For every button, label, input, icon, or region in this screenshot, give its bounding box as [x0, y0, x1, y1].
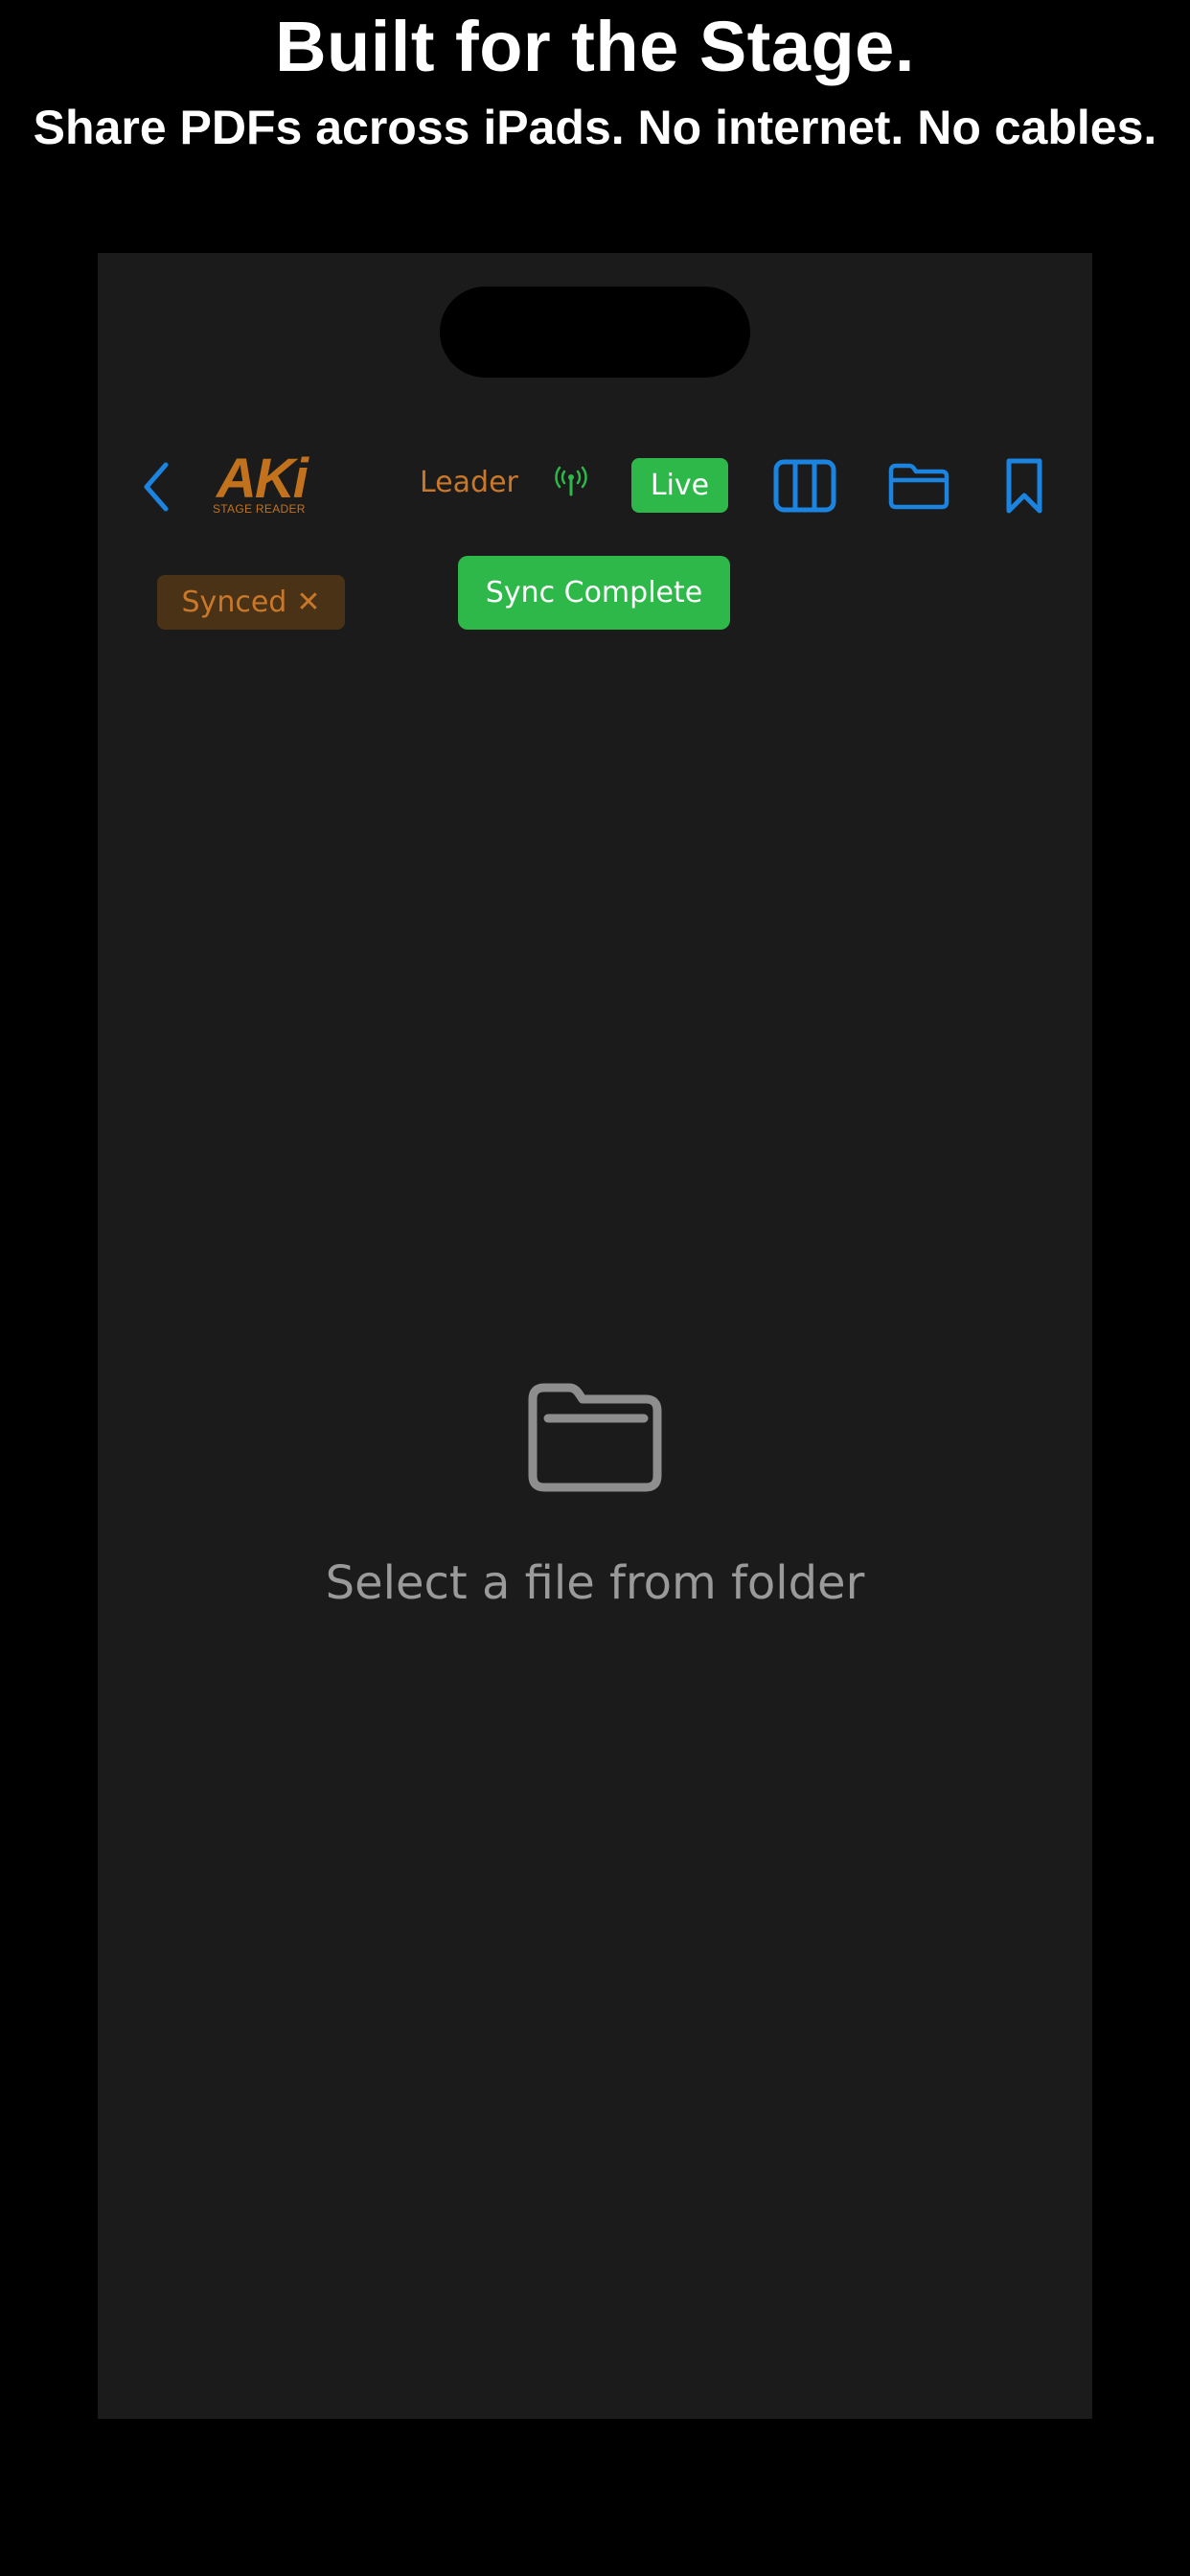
- columns-button[interactable]: [772, 458, 837, 514]
- role-label[interactable]: Leader: [420, 466, 518, 499]
- folder-button[interactable]: [887, 460, 950, 512]
- logo-subtitle: STAGE READER: [213, 502, 306, 516]
- empty-state-message: Select a file from folder: [325, 1556, 865, 1610]
- logo-wordmark: AKi: [217, 448, 309, 510]
- sync-complete-toast: Sync Complete: [458, 556, 730, 630]
- marketing-subhead: Share PDFs across iPads. No internet. No…: [33, 101, 1157, 154]
- close-icon[interactable]: ✕: [296, 586, 320, 619]
- device-screen: AKi STAGE READER Leader Live Synced ✕ Sy…: [98, 253, 1092, 2419]
- synced-label: Synced: [181, 586, 287, 619]
- chevron-left-icon: [144, 462, 169, 512]
- live-button[interactable]: Live: [631, 458, 728, 513]
- columns-icon: [773, 459, 836, 513]
- app-logo: AKi STAGE READER: [213, 448, 328, 519]
- bookmark-button[interactable]: [1003, 456, 1045, 516]
- dynamic-island: [440, 287, 750, 378]
- bookmark-icon: [1006, 458, 1042, 514]
- back-button[interactable]: [132, 458, 180, 516]
- antenna-icon: [555, 466, 587, 496]
- folder-icon: [888, 463, 950, 510]
- marketing-headline: Built for the Stage.: [275, 7, 915, 86]
- synced-badge[interactable]: Synced ✕: [157, 575, 345, 630]
- folder-icon: [528, 1383, 662, 1492]
